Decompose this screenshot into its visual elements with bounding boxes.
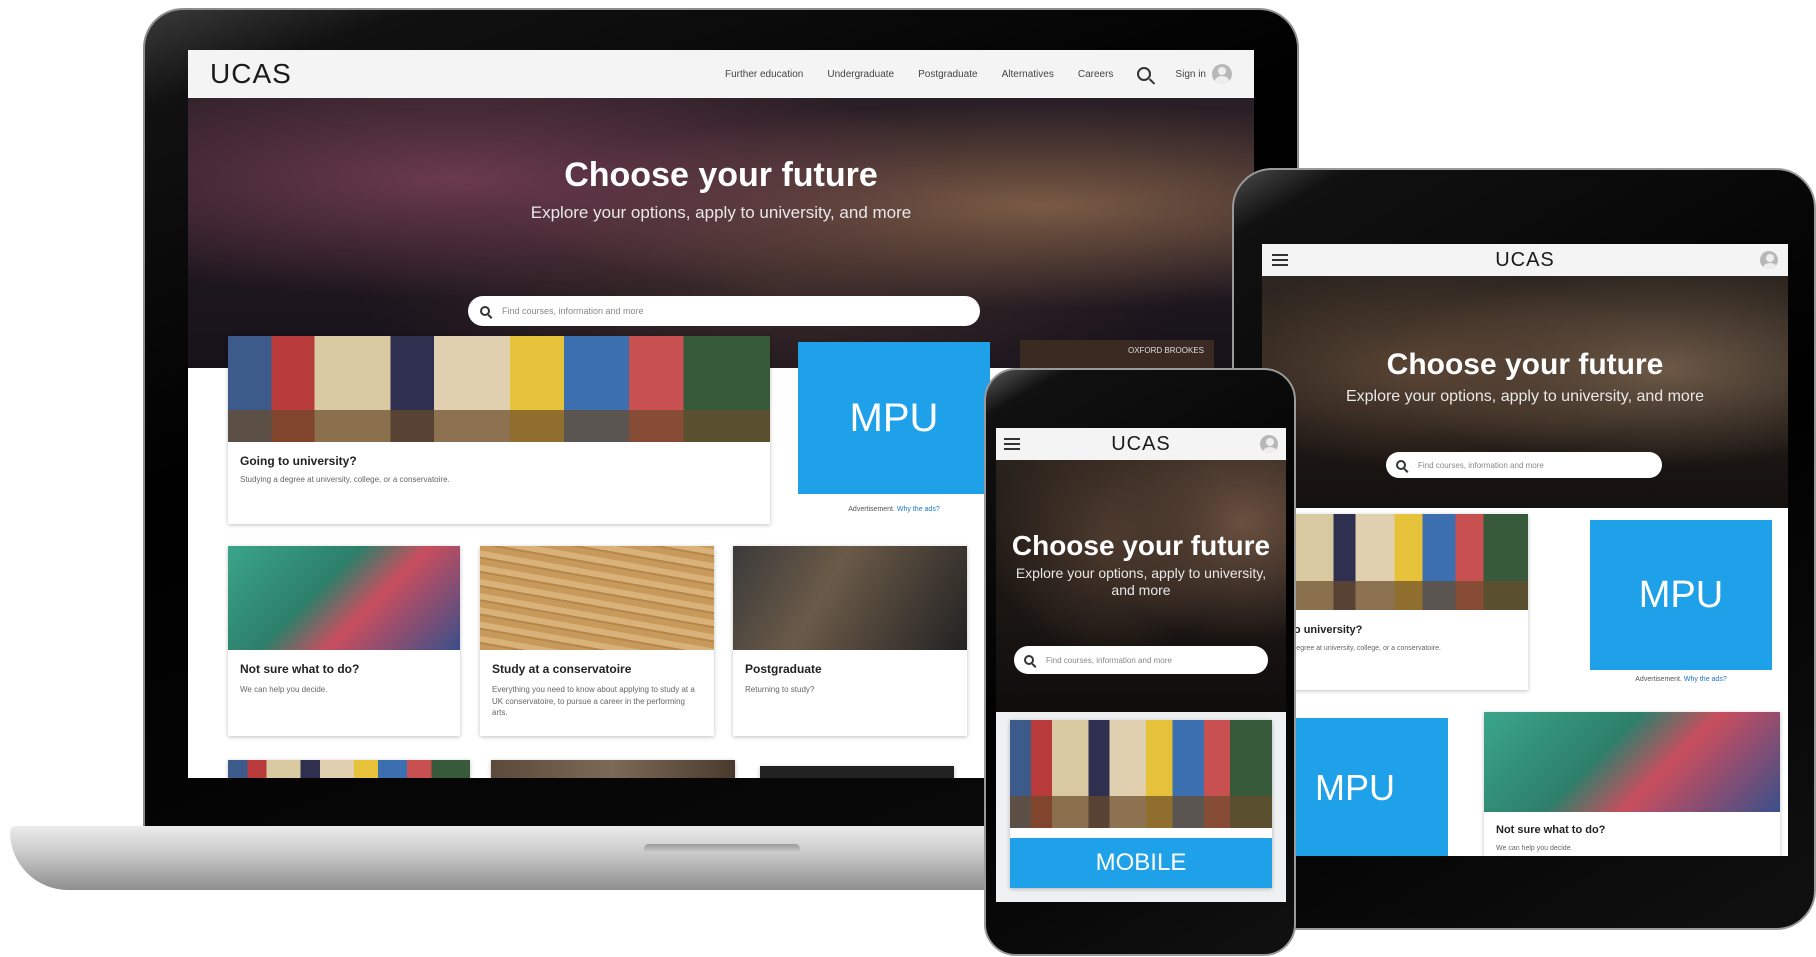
nav-alternatives[interactable]: Alternatives [1002,69,1054,80]
card-title: Study at a conservatoire [492,662,632,676]
mpu-label: MPU [849,395,939,440]
hero-search[interactable]: Find courses, information and more [1014,646,1268,674]
hero-subtitle: Explore your options, apply to universit… [530,203,912,222]
mobile-banner-label: MOBILE [1095,849,1187,876]
hero-title: Choose your future [1011,530,1271,561]
card-text: We can help you decide. [1496,845,1573,852]
search-icon[interactable] [1137,67,1152,81]
card-text: We can help you decide. [240,685,328,694]
search-input[interactable]: Find courses, information and more [502,306,644,316]
ucas-logo[interactable]: UCAS [1262,249,1788,272]
mpu-ad[interactable]: MPU [1590,520,1772,670]
mpu-label: MPU [1638,573,1724,616]
ucas-logo[interactable]: UCAS [210,58,292,90]
nav-postgraduate[interactable]: Postgraduate [918,69,978,80]
students-image [228,336,770,442]
search-icon [480,306,490,316]
students-image [1262,514,1528,610]
why-ads-link[interactable]: Why the ads? [897,506,940,513]
card-text: Returning to study? [745,685,815,694]
students-image [1010,720,1272,828]
hero-title: Choose your future [1386,348,1664,381]
tablet-header: UCAS [1262,244,1788,276]
partner-logo: OXFORD BROOKES [1127,346,1204,355]
card-title: Postgraduate [745,662,822,676]
user-icon [1212,64,1232,84]
card-postgraduate[interactable]: Postgraduate Returning to study? [733,546,967,736]
card-conservatoire[interactable]: Study at a conservatoire Everything you … [480,546,714,736]
card-text: Studying a degree at university, college… [240,475,450,484]
card-text: udying a degree at university, college, … [1264,645,1441,652]
user-icon[interactable] [1260,435,1278,453]
mobile-feature-card[interactable]: MOBILE [1010,720,1272,888]
hero-search[interactable]: Find courses, information and more [468,296,980,326]
why-ads-link[interactable]: Why the ads? [1684,676,1727,683]
nav-further-education[interactable]: Further education [725,69,803,80]
mobile-ad-banner[interactable]: MOBILE [1010,838,1272,888]
sheet-music-image [480,546,714,650]
ad-note: Advertisement. Why the ads? [798,506,990,513]
card-title: Not sure what to do? [1496,824,1606,836]
students-image [228,546,460,650]
hero-subtitle: Explore your options, apply to universit… [1015,565,1267,598]
hero-subtitle: Explore your options, apply to universit… [1345,388,1705,405]
phone-screen: UCAS Choose your future Explore your opt… [996,428,1286,902]
card-title: Not sure what to do? [240,662,360,676]
students-image [1484,712,1780,812]
card-partial[interactable] [491,760,735,778]
student-image [733,546,967,650]
mpu-ad[interactable]: MPU [798,342,990,494]
search-icon [1024,655,1034,665]
search-input[interactable]: Find courses, information and more [1418,461,1544,470]
tablet-hero: Choose your future Explore your options,… [1262,276,1788,508]
ad-note-label: Advertisement. [1635,676,1682,683]
sign-in-link[interactable]: Sign in [1175,64,1232,84]
card-not-sure[interactable]: Not sure what to do? We can help you dec… [228,546,460,736]
card-text: Everything you need to know about applyi… [492,685,695,718]
hero-title: Choose your future [564,156,878,194]
ucas-logo[interactable]: UCAS [996,433,1286,456]
laptop-notch [644,844,800,853]
desktop-nav: Further education Undergraduate Postgrad… [725,64,1232,84]
ad-partial[interactable] [760,766,954,778]
tablet-screen: UCAS Choose your future Explore your opt… [1262,244,1788,856]
partner-ad[interactable]: OXFORD BROOKES [1020,340,1214,368]
desktop-hero: Choose your future Explore your options,… [188,98,1254,368]
nav-careers[interactable]: Careers [1078,69,1114,80]
search-input[interactable]: Find courses, information and more [1046,656,1172,665]
card-not-sure[interactable]: Not sure what to do? We can help you dec… [1484,712,1780,856]
ad-note: Advertisement. Why the ads? [1590,676,1772,683]
phone-hero: Choose your future Explore your options,… [996,460,1286,712]
card-partial[interactable] [228,760,470,778]
card-title: Going to university? [240,454,357,468]
desktop-header: UCAS Further education Undergraduate Pos… [188,50,1254,98]
user-icon[interactable] [1760,251,1778,269]
featured-card[interactable]: Going to university? Studying a degree a… [228,336,770,524]
featured-card[interactable]: oing to university? udying a degree at u… [1262,514,1528,690]
ad-note-label: Advertisement. [848,506,895,513]
search-icon [1396,460,1406,470]
mpu-label: MPU [1315,767,1395,808]
sign-in-label: Sign in [1175,68,1206,80]
nav-undergraduate[interactable]: Undergraduate [827,69,894,80]
hero-search[interactable]: Find courses, information and more [1386,452,1662,478]
phone-header: UCAS [996,428,1286,460]
